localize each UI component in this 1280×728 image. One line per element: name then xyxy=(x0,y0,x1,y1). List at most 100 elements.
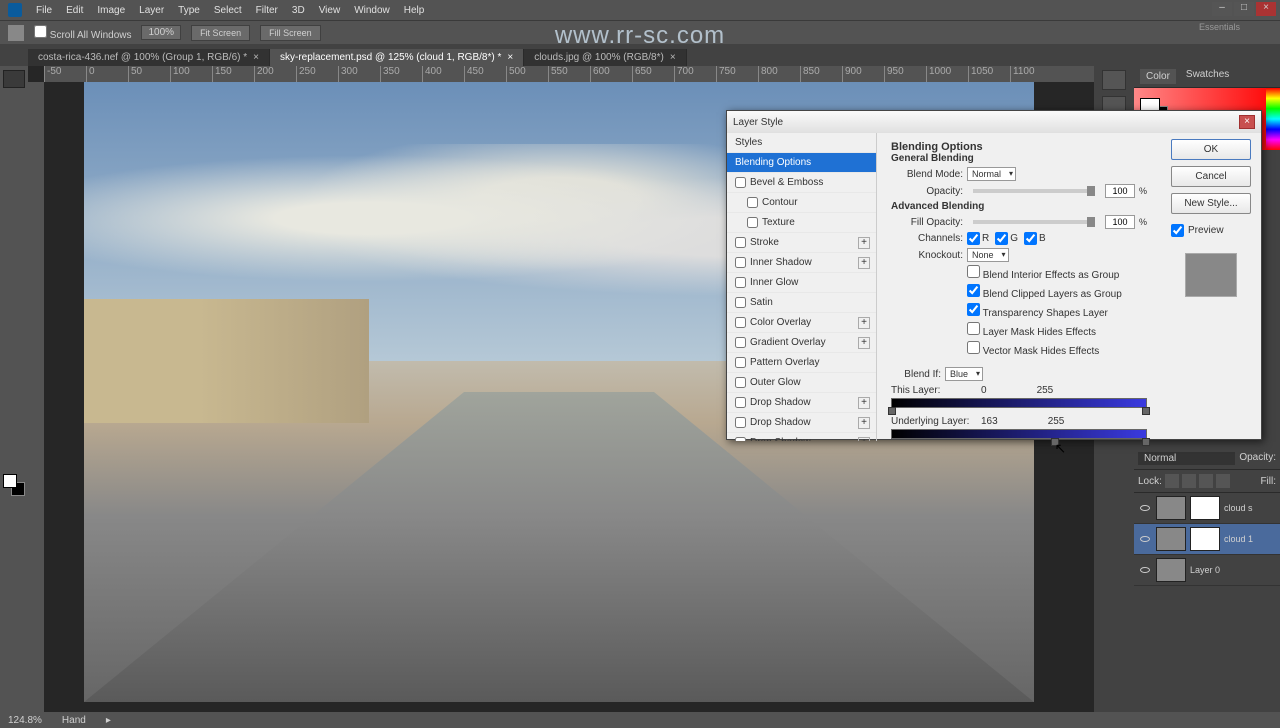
fit-screen-button[interactable]: Fit Screen xyxy=(191,25,250,41)
menu-view[interactable]: View xyxy=(319,5,341,16)
visibility-toggle[interactable] xyxy=(1138,532,1152,546)
gradient-stop-icon[interactable] xyxy=(1051,438,1059,446)
style-item[interactable]: Color Overlay+ xyxy=(727,313,876,333)
channel-r-checkbox[interactable]: R xyxy=(967,232,989,245)
style-item[interactable]: Gradient Overlay+ xyxy=(727,333,876,353)
style-checkbox[interactable] xyxy=(735,297,746,308)
add-icon[interactable]: + xyxy=(858,337,870,349)
menu-help[interactable]: Help xyxy=(404,5,425,16)
pen-tool-icon[interactable] xyxy=(3,350,25,368)
add-icon[interactable]: + xyxy=(858,317,870,329)
menu-type[interactable]: Type xyxy=(178,5,200,16)
zoom-readout[interactable]: 124.8% xyxy=(8,715,42,726)
hue-strip[interactable] xyxy=(1266,88,1280,150)
style-checkbox[interactable] xyxy=(735,257,746,268)
gradient-stop-icon[interactable] xyxy=(1142,438,1150,446)
preview-checkbox[interactable]: Preview xyxy=(1171,224,1251,237)
channel-b-checkbox[interactable]: B xyxy=(1024,232,1046,245)
menu-image[interactable]: Image xyxy=(97,5,125,16)
fill-screen-button[interactable]: Fill Screen xyxy=(260,25,321,41)
doc-tab[interactable]: sky-replacement.psd @ 125% (cloud 1, RGB… xyxy=(270,49,524,66)
style-checkbox[interactable] xyxy=(735,277,746,288)
style-item[interactable]: Drop Shadow+ xyxy=(727,413,876,433)
shape-tool-icon[interactable] xyxy=(3,410,25,428)
menu-edit[interactable]: Edit xyxy=(66,5,83,16)
mask-thumbnail[interactable] xyxy=(1190,496,1220,520)
style-item[interactable]: Outer Glow xyxy=(727,373,876,393)
style-item[interactable]: Drop Shadow+ xyxy=(727,393,876,413)
cancel-button[interactable]: Cancel xyxy=(1171,166,1251,187)
color-tab[interactable]: Color xyxy=(1140,69,1176,84)
gradient-stop-icon[interactable] xyxy=(888,407,896,415)
transparency-shapes-checkbox[interactable]: Transparency Shapes Layer xyxy=(967,303,1108,319)
layer-mask-hides-checkbox[interactable]: Layer Mask Hides Effects xyxy=(967,322,1096,338)
layer-name[interactable]: Layer 0 xyxy=(1190,565,1220,575)
styles-heading[interactable]: Styles xyxy=(727,133,876,153)
dialog-titlebar[interactable]: Layer Style × xyxy=(727,111,1261,133)
add-icon[interactable]: + xyxy=(858,397,870,409)
style-checkbox[interactable] xyxy=(735,397,746,408)
menu-3d[interactable]: 3D xyxy=(292,5,305,16)
maximize-button[interactable]: □ xyxy=(1234,2,1254,16)
visibility-toggle[interactable] xyxy=(1138,563,1152,577)
style-checkbox[interactable] xyxy=(735,437,746,441)
foreground-background-colors[interactable] xyxy=(3,474,25,496)
style-item[interactable]: Satin xyxy=(727,293,876,313)
new-style-button[interactable]: New Style... xyxy=(1171,193,1251,214)
layer-thumbnail[interactable] xyxy=(1156,558,1186,582)
menu-window[interactable]: Window xyxy=(354,5,390,16)
style-item[interactable]: Inner Shadow+ xyxy=(727,253,876,273)
ok-button[interactable]: OK xyxy=(1171,139,1251,160)
style-item[interactable]: Drop Shadow+ xyxy=(727,433,876,441)
crop-tool-icon[interactable] xyxy=(3,150,25,168)
doc-tab[interactable]: costa-rica-436.nef @ 100% (Group 1, RGB/… xyxy=(28,49,270,66)
menu-filter[interactable]: Filter xyxy=(256,5,278,16)
menu-file[interactable]: File xyxy=(36,5,52,16)
style-checkbox[interactable] xyxy=(735,177,746,188)
style-item[interactable]: Pattern Overlay xyxy=(727,353,876,373)
add-icon[interactable]: + xyxy=(858,257,870,269)
history-panel-icon[interactable] xyxy=(1102,70,1126,90)
blend-mode-select[interactable]: Normal xyxy=(967,167,1016,181)
add-icon[interactable]: + xyxy=(858,417,870,429)
move-tool-icon[interactable] xyxy=(3,70,25,88)
this-layer-gradient[interactable] xyxy=(891,398,1147,408)
layer-row[interactable]: cloud 1 xyxy=(1134,524,1280,555)
zoom-tool-icon[interactable] xyxy=(3,450,25,468)
opacity-input[interactable] xyxy=(1105,184,1135,198)
eyedropper-tool-icon[interactable] xyxy=(3,170,25,188)
knockout-select[interactable]: None xyxy=(967,248,1009,262)
lasso-tool-icon[interactable] xyxy=(3,110,25,128)
blend-interior-checkbox[interactable]: Blend Interior Effects as Group xyxy=(967,265,1119,281)
channel-g-checkbox[interactable]: G xyxy=(995,232,1018,245)
status-arrow-icon[interactable]: ▸ xyxy=(106,715,111,726)
screenmode-icon[interactable] xyxy=(3,518,25,536)
style-checkbox[interactable] xyxy=(735,377,746,388)
wand-tool-icon[interactable] xyxy=(3,130,25,148)
minimize-button[interactable]: – xyxy=(1212,2,1232,16)
close-button[interactable]: × xyxy=(1256,2,1276,16)
style-checkbox[interactable] xyxy=(735,317,746,328)
style-item[interactable]: Texture xyxy=(727,213,876,233)
lock-position-icon[interactable] xyxy=(1199,474,1213,488)
menu-layer[interactable]: Layer xyxy=(139,5,164,16)
history-brush-tool-icon[interactable] xyxy=(3,250,25,268)
swatches-tab[interactable]: Swatches xyxy=(1186,69,1229,84)
quickmask-icon[interactable] xyxy=(3,498,25,516)
style-checkbox[interactable] xyxy=(747,197,758,208)
style-checkbox[interactable] xyxy=(735,417,746,428)
marquee-tool-icon[interactable] xyxy=(3,90,25,108)
style-item[interactable]: Bevel & Emboss xyxy=(727,173,876,193)
opacity-slider[interactable] xyxy=(973,189,1095,193)
close-icon[interactable]: × xyxy=(670,52,676,63)
blending-options-item[interactable]: Blending Options xyxy=(727,153,876,173)
close-icon[interactable]: × xyxy=(253,52,259,63)
zoom-select[interactable]: 100% xyxy=(141,25,181,40)
lock-transparent-icon[interactable] xyxy=(1165,474,1179,488)
layer-thumbnail[interactable] xyxy=(1156,496,1186,520)
fill-opacity-input[interactable] xyxy=(1105,215,1135,229)
layer-row[interactable]: cloud s xyxy=(1134,493,1280,524)
eraser-tool-icon[interactable] xyxy=(3,270,25,288)
close-icon[interactable]: × xyxy=(507,52,513,63)
style-checkbox[interactable] xyxy=(747,217,758,228)
